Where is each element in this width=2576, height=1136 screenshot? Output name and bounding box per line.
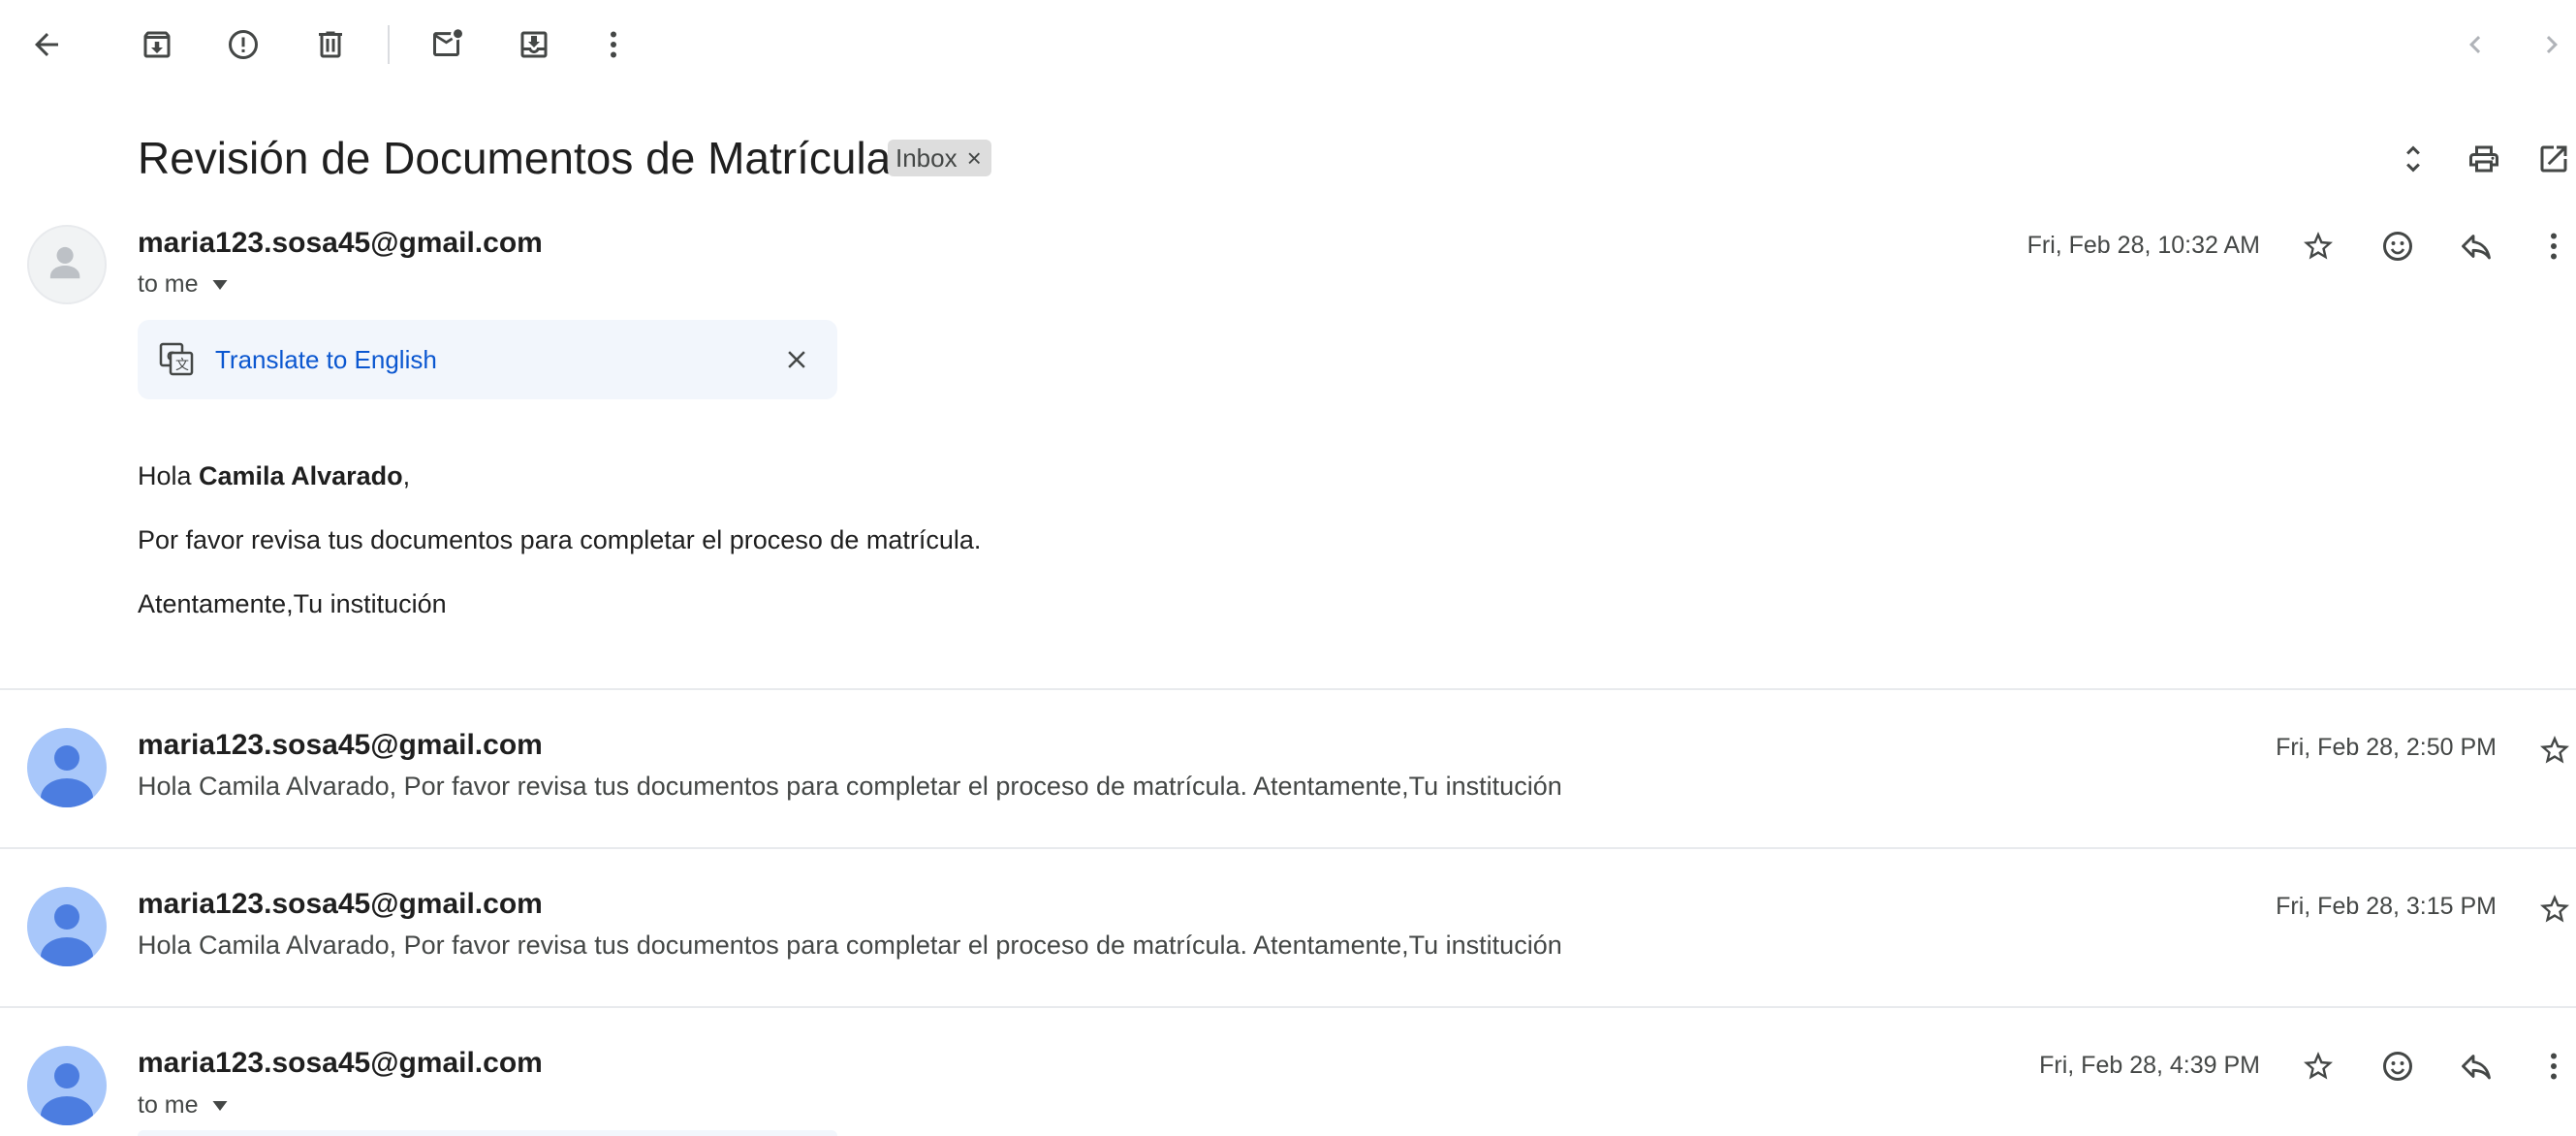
print-icon: [2466, 142, 2501, 176]
message-date: Fri, Feb 28, 2:50 PM: [2276, 734, 2497, 761]
star-outline-icon: [2301, 1049, 2336, 1084]
message-divider: [0, 688, 2576, 690]
person-icon: [27, 887, 107, 966]
star-outline-icon: [2537, 892, 2572, 927]
chevron-right-icon: [2534, 27, 2569, 62]
greeting-name: Camila Alvarado: [199, 461, 403, 490]
star-outline-icon: [2301, 229, 2336, 264]
message-divider: [0, 847, 2576, 849]
mark-unread-icon: [430, 27, 465, 62]
reply-button[interactable]: [2447, 1037, 2505, 1095]
more-vertical-icon: [2536, 229, 2571, 264]
message-snippet[interactable]: Hola Camila Alvarado, Por favor revisa t…: [138, 772, 1562, 802]
greeting-suffix: ,: [402, 461, 411, 490]
chevron-left-icon: [2458, 27, 2493, 62]
thread-subject: Revisión de Documentos de Matrícula: [138, 133, 892, 183]
newer-button[interactable]: [2446, 16, 2504, 74]
reply-icon: [2459, 1049, 2494, 1084]
avatar: [27, 225, 107, 304]
mark-unread-button[interactable]: [419, 16, 477, 74]
more-vertical-icon: [596, 27, 631, 62]
message-date: Fri, Feb 28, 10:32 AM: [2026, 232, 2260, 259]
arrow-left-icon: [29, 27, 64, 62]
sender-email[interactable]: maria123.sosa45@gmail.com: [138, 729, 543, 762]
archive-icon: [140, 27, 174, 62]
open-new-window-button[interactable]: [2525, 130, 2576, 188]
message-date: Fri, Feb 28, 4:39 PM: [2039, 1052, 2260, 1079]
reply-button[interactable]: [2447, 217, 2505, 275]
to-me-label: to me: [138, 1091, 199, 1119]
report-spam-icon: [226, 27, 261, 62]
delete-button[interactable]: [301, 16, 360, 74]
recipients-toggle[interactable]: to me: [138, 1091, 228, 1120]
open-in-new-icon: [2536, 142, 2571, 176]
expand-collapse-icon: [2396, 142, 2431, 176]
older-button[interactable]: [2523, 16, 2576, 74]
person-icon: [27, 728, 107, 807]
message-more-button[interactable]: [2525, 1037, 2576, 1095]
body-greeting: Hola Camila Alvarado,: [138, 461, 410, 491]
message-divider: [0, 1006, 2576, 1008]
message-date: Fri, Feb 28, 3:15 PM: [2276, 893, 2497, 920]
add-reaction-button[interactable]: [2369, 1037, 2427, 1095]
greeting-prefix: Hola: [138, 461, 200, 490]
avatar: [27, 728, 107, 807]
star-button[interactable]: [2289, 217, 2347, 275]
message-snippet[interactable]: Hola Camila Alvarado, Por favor revisa t…: [138, 931, 1562, 961]
person-icon: [27, 1046, 107, 1125]
caret-down-icon: [212, 279, 228, 290]
star-button[interactable]: [2526, 880, 2576, 938]
trash-icon: [313, 27, 348, 62]
sender-email[interactable]: maria123.sosa45@gmail.com: [138, 1047, 543, 1080]
inbox-label-chip: Inbox ×: [888, 140, 991, 176]
more-button[interactable]: [584, 16, 643, 74]
default-person-icon: [29, 227, 105, 302]
label-text: Inbox: [895, 142, 958, 173]
message-more-button[interactable]: [2525, 217, 2576, 275]
back-button[interactable]: [17, 16, 76, 74]
emoji-icon: [2380, 1049, 2415, 1084]
body-signature: Atentamente,Tu institución: [138, 589, 447, 618]
star-outline-icon: [2537, 733, 2572, 768]
translate-icon: G文: [159, 341, 194, 376]
add-reaction-button[interactable]: [2369, 217, 2427, 275]
move-to-inbox-icon: [517, 27, 551, 62]
more-vertical-icon: [2536, 1049, 2571, 1084]
move-to-button[interactable]: [505, 16, 563, 74]
close-icon: [782, 345, 811, 374]
star-button[interactable]: [2289, 1037, 2347, 1095]
reply-icon: [2459, 229, 2494, 264]
translate-banner: [138, 1130, 837, 1136]
recipients-toggle[interactable]: to me: [138, 270, 228, 299]
body-line: Por favor revisa tus documentos para com…: [138, 525, 982, 554]
expand-all-button[interactable]: [2384, 130, 2442, 188]
close-translate-button[interactable]: [768, 331, 826, 389]
translate-link[interactable]: Translate to English: [215, 345, 437, 375]
caret-down-icon: [212, 1100, 228, 1111]
star-button[interactable]: [2526, 721, 2576, 779]
svg-text:文: 文: [175, 357, 189, 372]
emoji-icon: [2380, 229, 2415, 264]
to-me-label: to me: [138, 270, 199, 298]
archive-button[interactable]: [128, 16, 186, 74]
avatar: [27, 1046, 107, 1125]
sender-email[interactable]: maria123.sosa45@gmail.com: [138, 888, 543, 921]
toolbar-divider: [388, 25, 390, 64]
remove-label-button[interactable]: ×: [967, 143, 982, 174]
print-button[interactable]: [2455, 130, 2513, 188]
avatar: [27, 887, 107, 966]
report-spam-button[interactable]: [214, 16, 272, 74]
sender-email[interactable]: maria123.sosa45@gmail.com: [138, 227, 543, 260]
